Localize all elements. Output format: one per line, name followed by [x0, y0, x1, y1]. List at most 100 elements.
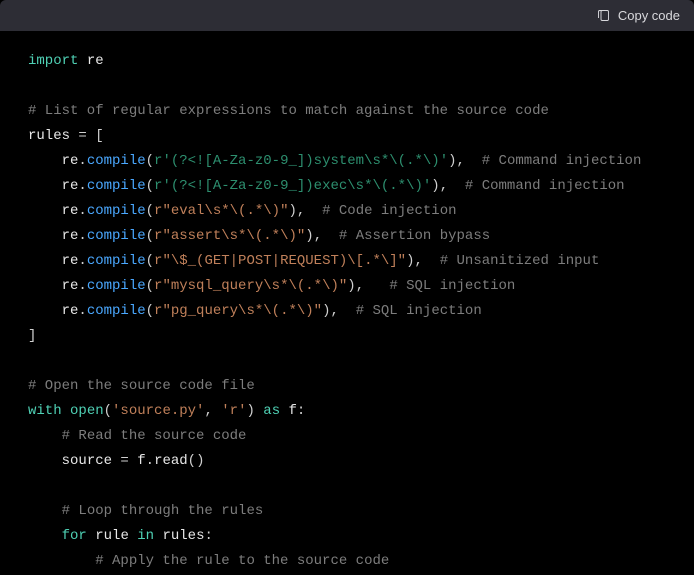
code-block: Copy code import re # List of regular ex…: [0, 0, 694, 575]
lparen: (: [146, 303, 154, 319]
lbracket: [: [95, 128, 103, 144]
pattern: r"assert\s*\(.*\)": [154, 228, 305, 244]
dot: .: [78, 203, 86, 219]
kw-import: import: [28, 53, 78, 69]
comment: # Open the source code file: [28, 378, 255, 394]
comma: ,: [440, 178, 448, 194]
comment: # Assertion bypass: [339, 228, 490, 244]
comma: ,: [204, 403, 212, 419]
code-line: [0, 349, 694, 374]
space: [465, 153, 482, 169]
comment: # SQL injection: [356, 303, 482, 319]
var-rules: rules: [28, 128, 70, 144]
space: [423, 253, 440, 269]
dot: .: [146, 453, 154, 469]
kw-for: for: [62, 528, 87, 544]
comma: ,: [314, 228, 322, 244]
pattern: r"mysql_query\s*\(.*\)": [154, 278, 347, 294]
comment: # Loop through the rules: [62, 503, 264, 519]
indent: [28, 503, 62, 519]
equals: =: [112, 453, 137, 469]
lparen: (: [146, 253, 154, 269]
space: [129, 528, 137, 544]
space: [62, 403, 70, 419]
dot: .: [78, 178, 86, 194]
clipboard-icon: [596, 8, 611, 23]
comment: # Command injection: [482, 153, 642, 169]
rbracket: ]: [28, 328, 36, 344]
comment: # Apply the rule to the source code: [95, 553, 389, 569]
var-rules: rules: [162, 528, 204, 544]
colon: :: [204, 528, 212, 544]
indent: [28, 178, 62, 194]
indent: [28, 228, 62, 244]
parens: (): [188, 453, 205, 469]
rparen: ): [347, 278, 355, 294]
code-line: rules = [: [0, 124, 694, 149]
code-line: [0, 474, 694, 499]
re-prefix: re: [62, 278, 79, 294]
var-f: f: [289, 403, 297, 419]
colon: :: [297, 403, 305, 419]
code-line: # Apply the rule to the source code: [0, 549, 694, 574]
code-line: re.compile(r"\$_(GET|POST|REQUEST)\[.*\]…: [0, 249, 694, 274]
copy-code-label: Copy code: [618, 8, 680, 23]
fn-compile: compile: [87, 203, 146, 219]
code-line: re.compile(r"eval\s*\(.*\)"), # Code inj…: [0, 199, 694, 224]
rparen: ): [431, 178, 439, 194]
comment: # SQL injection: [389, 278, 515, 294]
lparen: (: [146, 153, 154, 169]
comment: # Code injection: [322, 203, 456, 219]
equals: =: [70, 128, 95, 144]
lparen: (: [104, 403, 112, 419]
code-line: [0, 74, 694, 99]
indent: [28, 203, 62, 219]
space: [305, 203, 322, 219]
indent: [28, 553, 95, 569]
module-re: re: [87, 53, 104, 69]
space: [448, 178, 465, 194]
code-line: for rule in rules:: [0, 524, 694, 549]
copy-code-button[interactable]: Copy code: [596, 8, 680, 23]
dot: .: [78, 278, 86, 294]
code-line: re.compile(r"assert\s*\(.*\)"), # Assert…: [0, 224, 694, 249]
lparen: (: [146, 203, 154, 219]
fn-compile: compile: [87, 153, 146, 169]
rparen: ): [288, 203, 296, 219]
indent: [28, 278, 62, 294]
space: [339, 303, 356, 319]
indent: [28, 428, 62, 444]
comma: ,: [356, 278, 364, 294]
code-line: re.compile(r"pg_query\s*\(.*\)"), # SQL …: [0, 299, 694, 324]
string: 'source.py': [112, 403, 204, 419]
re-prefix: re: [62, 253, 79, 269]
pattern: r'(?<![A-Za-z0-9_])system\s*\(.*\)': [154, 153, 448, 169]
space: [280, 403, 288, 419]
rparen: ): [305, 228, 313, 244]
comment: # Read the source code: [62, 428, 247, 444]
space: [78, 53, 86, 69]
dot: .: [78, 253, 86, 269]
indent: [28, 528, 62, 544]
lparen: (: [146, 228, 154, 244]
comment: # List of regular expressions to match a…: [28, 103, 549, 119]
string: 'r': [221, 403, 246, 419]
code-body[interactable]: import re # List of regular expressions …: [0, 31, 694, 575]
code-line: # Loop through the rules: [0, 499, 694, 524]
code-line: # Read the source code: [0, 424, 694, 449]
comma: ,: [457, 153, 465, 169]
space: [322, 228, 339, 244]
code-line: with open('source.py', 'r') as f:: [0, 399, 694, 424]
lparen: (: [146, 178, 154, 194]
kw-as: as: [263, 403, 280, 419]
fn-compile: compile: [87, 303, 146, 319]
fn-open: open: [70, 403, 104, 419]
code-line: re.compile(r"mysql_query\s*\(.*\)"), # S…: [0, 274, 694, 299]
fn-compile: compile: [87, 253, 146, 269]
fn-read: read: [154, 453, 188, 469]
re-prefix: re: [62, 178, 79, 194]
rparen: ): [448, 153, 456, 169]
dot: .: [78, 153, 86, 169]
kw-with: with: [28, 403, 62, 419]
fn-compile: compile: [87, 178, 146, 194]
